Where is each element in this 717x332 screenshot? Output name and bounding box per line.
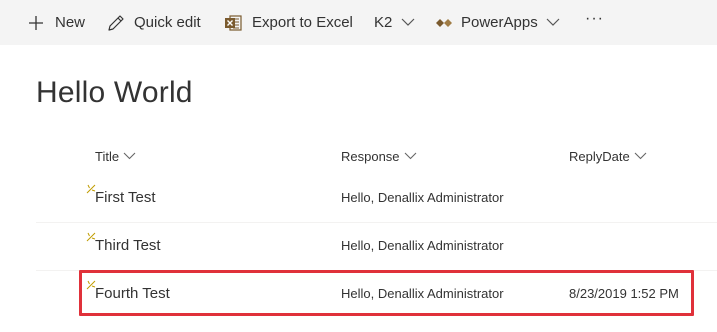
k2-menu[interactable]: K2 (374, 0, 415, 45)
new-label: New (55, 14, 86, 31)
k2-label: K2 (374, 14, 393, 31)
page-title: Hello World (36, 76, 193, 109)
quick-edit-label: Quick edit (134, 14, 201, 31)
response-cell: Hello, Denallix Administrator (341, 238, 504, 253)
column-header-label: Response (341, 148, 400, 164)
chevron-down-icon (546, 18, 560, 27)
chevron-down-icon (634, 152, 647, 160)
powerapps-menu[interactable]: PowerApps (436, 0, 560, 45)
new-button[interactable]: New (28, 0, 85, 45)
powerapps-label: PowerApps (461, 14, 538, 31)
export-to-excel-button[interactable]: Export to Excel (224, 0, 353, 45)
title-cell[interactable]: Third Test (95, 237, 161, 254)
more-options-button[interactable]: ··· (585, 0, 604, 41)
chevron-down-icon (123, 152, 136, 160)
ellipsis-icon: ··· (585, 9, 604, 27)
export-to-excel-label: Export to Excel (252, 14, 353, 31)
plus-icon (28, 15, 44, 31)
column-header-title[interactable]: Title (95, 146, 136, 166)
column-header-label: ReplyDate (569, 148, 630, 164)
chevron-down-icon (404, 152, 416, 160)
pencil-icon (107, 14, 125, 32)
chevron-down-icon (401, 18, 415, 27)
column-header-replydate[interactable]: ReplyDate (569, 146, 647, 166)
response-cell: Hello, Denallix Administrator (341, 190, 504, 205)
column-header-label: Title (95, 148, 120, 164)
row-divider (36, 222, 717, 223)
quick-edit-button[interactable]: Quick edit (107, 0, 201, 45)
column-header-response[interactable]: Response (341, 146, 417, 166)
excel-icon (224, 14, 242, 32)
command-bar: New Quick edit Export to Excel K2 PowerA… (0, 0, 717, 45)
highlight-annotation (79, 270, 694, 316)
title-cell[interactable]: First Test (95, 189, 156, 206)
powerapps-icon (436, 17, 452, 29)
